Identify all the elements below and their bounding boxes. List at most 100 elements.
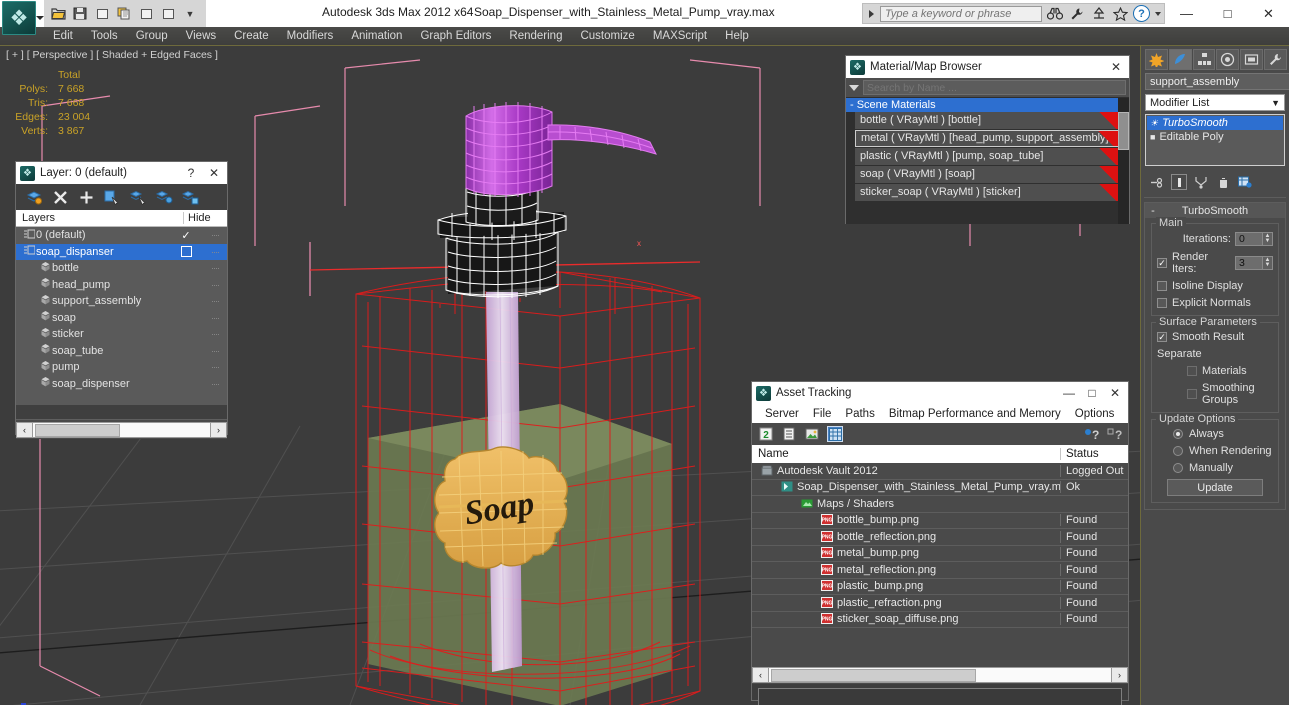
favorites-star-icon[interactable] bbox=[1111, 4, 1130, 23]
qat-dropdown-icon[interactable]: ▼ bbox=[180, 4, 200, 24]
update-option-manually[interactable]: Manually bbox=[1157, 462, 1273, 474]
chevron-down-icon[interactable]: ▼ bbox=[1271, 98, 1280, 108]
layer-row[interactable]: soap_tube ···· bbox=[16, 343, 227, 360]
render-iters-input[interactable] bbox=[1235, 256, 1263, 270]
save-file-icon[interactable] bbox=[70, 4, 90, 24]
layer-row-hide-toggle[interactable]: ···· bbox=[203, 230, 227, 240]
maximize-button[interactable]: □ bbox=[1207, 0, 1248, 27]
remove-modifier-icon[interactable] bbox=[1215, 174, 1231, 190]
asset-row[interactable]: PNG metal_reflection.png Found bbox=[752, 562, 1128, 579]
modifier-stack-item-turbosmooth[interactable]: ☀ TurboSmooth bbox=[1147, 116, 1283, 130]
turbosmooth-rollout[interactable]: - TurboSmooth Main Iterations: ▲▼ ✓ Rend… bbox=[1144, 202, 1286, 510]
binoculars-icon[interactable] bbox=[1045, 4, 1064, 23]
smoothing-groups-row[interactable]: Smoothing Groups bbox=[1187, 382, 1273, 406]
layer-scroll-thumb[interactable] bbox=[35, 423, 120, 437]
undo-icon[interactable] bbox=[92, 4, 112, 24]
wrench-icon[interactable] bbox=[1067, 4, 1086, 23]
menu-item-rendering[interactable]: Rendering bbox=[500, 27, 571, 46]
layer-row[interactable]: pump ···· bbox=[16, 359, 227, 376]
layer-row[interactable]: soap_dispenser ···· bbox=[16, 376, 227, 393]
iterations-spinner[interactable]: ▲▼ bbox=[1235, 232, 1273, 246]
asset-menu-item-server[interactable]: Server bbox=[758, 408, 806, 420]
layer-row-hide-toggle[interactable]: ···· bbox=[203, 263, 227, 273]
create-tab[interactable] bbox=[1145, 48, 1168, 70]
search-expand-caret-icon[interactable] bbox=[869, 9, 874, 18]
asset-row[interactable]: PNG bottle_reflection.png Found bbox=[752, 529, 1128, 546]
help-button[interactable]: ? bbox=[1133, 5, 1150, 22]
layer-row-hide-toggle[interactable]: ···· bbox=[203, 280, 227, 290]
layer-dialog[interactable]: ❖ Layer: 0 (default) ? ✕ Layers Hide 0 (… bbox=[15, 161, 228, 439]
asset-tracking-minimize-button[interactable]: — bbox=[1060, 384, 1078, 402]
layer-scroll-track[interactable] bbox=[33, 421, 210, 438]
always-radio[interactable] bbox=[1173, 429, 1183, 439]
layer-row[interactable]: 0 (default) ✓ ···· bbox=[16, 227, 227, 244]
minimize-button[interactable]: — bbox=[1166, 0, 1207, 27]
material-browser-scroll-thumb[interactable] bbox=[1118, 112, 1129, 150]
asset-row[interactable]: PNG plastic_refraction.png Found bbox=[752, 595, 1128, 612]
layer-row-hide-toggle[interactable]: ···· bbox=[203, 296, 227, 306]
layer-list[interactable]: 0 (default) ✓ ···· soap_dispanser ···· bottle… bbox=[16, 227, 227, 405]
asset-row[interactable]: PNG metal_bump.png Found bbox=[752, 546, 1128, 562]
layer-row-hide-toggle[interactable]: ···· bbox=[203, 379, 227, 389]
app-logo-icon[interactable]: ❖ bbox=[2, 1, 36, 35]
lightbulb-icon[interactable]: ☀ bbox=[1150, 118, 1158, 129]
layer-dialog-help-button[interactable]: ? bbox=[182, 164, 200, 182]
select-objects-in-layer-icon[interactable] bbox=[103, 188, 121, 206]
app-menu-caret-icon[interactable] bbox=[36, 16, 44, 20]
object-name-input[interactable] bbox=[1145, 73, 1289, 90]
layer-row[interactable]: head_pump ···· bbox=[16, 277, 227, 294]
modifier-stack[interactable]: ☀ TurboSmooth ■ Editable Poly bbox=[1145, 114, 1285, 166]
asset-row[interactable]: Soap_Dispenser_with_Stainless_Metal_Pump… bbox=[752, 480, 1128, 496]
smoothing-groups-checkbox[interactable] bbox=[1187, 389, 1197, 399]
menu-item-create[interactable]: Create bbox=[225, 27, 278, 46]
asset-menu-item-file[interactable]: File bbox=[806, 408, 839, 420]
layer-row-hide-toggle[interactable]: ···· bbox=[203, 362, 227, 372]
render-iters-spinner[interactable]: ▲▼ bbox=[1235, 256, 1273, 270]
reset-scene-icon[interactable] bbox=[158, 4, 178, 24]
render-iters-spinner-arrows[interactable]: ▲ ▼ bbox=[1263, 256, 1273, 270]
utilities-tab[interactable] bbox=[1264, 48, 1287, 70]
show-end-result-icon[interactable] bbox=[1171, 174, 1187, 190]
material-map-browser[interactable]: ❖ Material/Map Browser ✕ - Scene Materia… bbox=[845, 55, 1130, 224]
asset-row[interactable]: PNG bottle_bump.png Found bbox=[752, 513, 1128, 529]
subscription-icon[interactable] bbox=[1089, 4, 1108, 23]
layer-row[interactable]: sticker ···· bbox=[16, 326, 227, 343]
menu-item-maxscript[interactable]: MAXScript bbox=[644, 27, 716, 46]
asset-tracking-titlebar[interactable]: ❖ Asset Tracking — □ ✕ bbox=[752, 382, 1128, 404]
layer-row-active-toggle[interactable]: ✓ bbox=[169, 229, 203, 242]
material-browser-body[interactable]: - Scene Materials bottle ( VRayMtl ) [bo… bbox=[846, 98, 1129, 224]
close-button[interactable]: ✕ bbox=[1248, 0, 1289, 27]
asset-menu-item-bitmap-performance-and-memory[interactable]: Bitmap Performance and Memory bbox=[882, 408, 1068, 420]
search-input[interactable] bbox=[880, 5, 1042, 22]
grid-view-icon[interactable] bbox=[827, 426, 843, 442]
asset-row[interactable]: PNG sticker_soap_diffuse.png Found bbox=[752, 612, 1128, 628]
modifier-list-dropdown[interactable]: Modifier List ▼ bbox=[1145, 94, 1285, 111]
asset-row[interactable]: Maps / Shaders bbox=[752, 496, 1128, 513]
modify-tab[interactable] bbox=[1168, 48, 1192, 70]
layer-row-hide-toggle[interactable]: ···· bbox=[203, 329, 227, 339]
select-highlighted-layers-icon[interactable] bbox=[129, 188, 147, 206]
manually-radio[interactable] bbox=[1173, 463, 1183, 473]
scene-materials-group-header[interactable]: - Scene Materials bbox=[846, 98, 1129, 112]
hierarchy-tab[interactable] bbox=[1192, 48, 1216, 70]
iterations-input[interactable] bbox=[1235, 232, 1263, 246]
command-panel[interactable]: Modifier List ▼ ☀ TurboSmooth ■ Editable… bbox=[1140, 46, 1289, 705]
explicit-normals-row[interactable]: Explicit Normals bbox=[1157, 297, 1273, 309]
asset-scroll-track[interactable] bbox=[769, 666, 1111, 683]
refresh-icon[interactable]: 2 bbox=[758, 426, 774, 442]
materials-checkbox[interactable] bbox=[1187, 366, 1197, 376]
material-browser-scrollbar[interactable] bbox=[1118, 98, 1129, 224]
layer-horizontal-scrollbar[interactable]: ‹ › bbox=[16, 419, 227, 439]
menu-item-animation[interactable]: Animation bbox=[342, 27, 411, 46]
hide-unhide-layer-icon[interactable] bbox=[181, 188, 199, 206]
rollout-collapse-icon[interactable]: - bbox=[1145, 205, 1161, 217]
asset-tracking-close-button[interactable]: ✕ bbox=[1106, 384, 1124, 402]
help-dropdown-caret-icon[interactable] bbox=[1155, 11, 1161, 16]
turbosmooth-rollout-header[interactable]: - TurboSmooth bbox=[1145, 203, 1285, 218]
layer-row[interactable]: soap_dispanser ···· bbox=[16, 243, 227, 260]
render-iters-checkbox[interactable]: ✓ bbox=[1157, 258, 1167, 268]
new-scene-icon[interactable] bbox=[136, 4, 156, 24]
when-rendering-radio[interactable] bbox=[1173, 446, 1183, 456]
update-button[interactable]: Update bbox=[1167, 479, 1263, 496]
iterations-spinner-arrows[interactable]: ▲ ▼ bbox=[1263, 232, 1273, 246]
